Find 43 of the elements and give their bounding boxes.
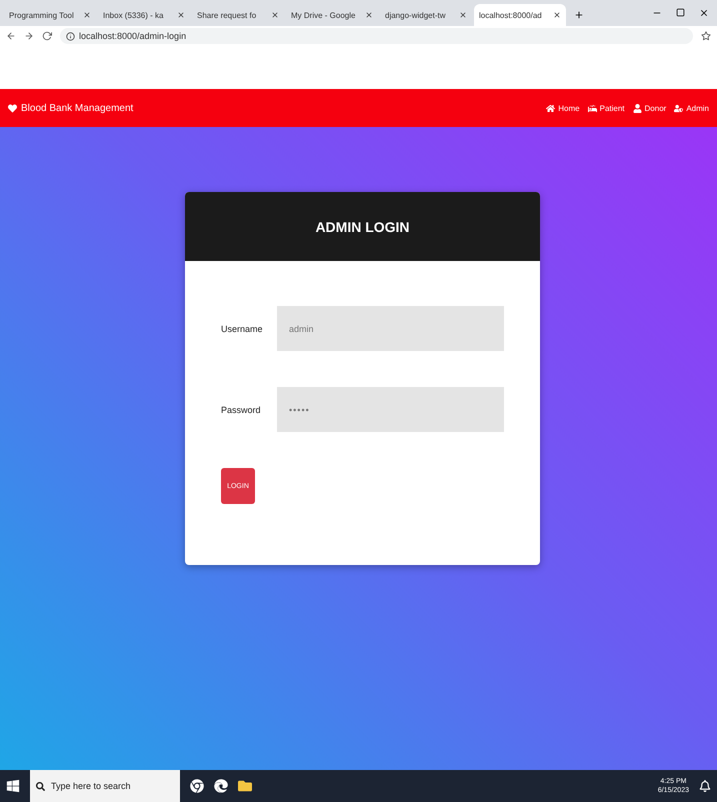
close-icon[interactable] — [83, 11, 91, 19]
nav-link[interactable]: Donor — [632, 104, 666, 112]
maximize-icon[interactable] — [676, 8, 685, 17]
browser-icon[interactable] — [190, 779, 204, 793]
browser-icon[interactable] — [214, 779, 228, 793]
info-icon — [66, 32, 75, 40]
notification-icon[interactable] — [699, 780, 711, 792]
forward-icon[interactable] — [24, 31, 34, 41]
patient-icon — [588, 104, 597, 112]
search-icon — [36, 782, 45, 790]
browser-tab[interactable]: django-widget-tw — [380, 4, 472, 26]
browser-tab[interactable]: Inbox (5336) - ka — [98, 4, 190, 26]
browser-tab[interactable]: Programming Tool — [4, 4, 96, 26]
admin-icon — [674, 104, 684, 112]
nav-link[interactable]: Home — [546, 104, 580, 112]
close-icon[interactable] — [699, 8, 709, 18]
nav-link[interactable]: Admin — [674, 104, 709, 112]
browser-tab[interactable]: localhost:8000/ad — [474, 4, 566, 26]
close-icon[interactable] — [271, 11, 279, 19]
address-bar[interactable]: localhost:8000/admin-login — [60, 28, 693, 44]
heart-icon — [8, 104, 17, 112]
star-icon[interactable] — [701, 31, 711, 41]
input-field[interactable]: admin — [277, 306, 504, 351]
windows-icon[interactable] — [6, 779, 20, 793]
back-icon[interactable] — [6, 31, 16, 41]
close-icon[interactable] — [177, 11, 185, 19]
folder-icon[interactable] — [238, 779, 252, 793]
new-tab-icon[interactable] — [574, 10, 584, 20]
donor-icon — [632, 104, 642, 112]
field-label: Password — [221, 404, 262, 414]
close-icon[interactable] — [365, 11, 373, 19]
home-icon — [546, 104, 556, 112]
reload-icon[interactable] — [42, 31, 52, 41]
close-icon[interactable] — [553, 11, 561, 19]
browser-tab[interactable]: My Drive - Google — [286, 4, 378, 26]
nav-link[interactable]: Patient — [588, 104, 625, 112]
field-label: Username — [221, 324, 264, 334]
close-icon[interactable] — [459, 11, 467, 19]
browser-tab[interactable]: Share request fo — [192, 4, 284, 26]
brand-title[interactable]: Blood Bank Management — [21, 102, 134, 114]
card-header: ADMIN LOGIN — [185, 192, 540, 261]
search-field[interactable]: Type here to search — [30, 770, 180, 802]
input-field[interactable]: ••••• — [277, 387, 504, 432]
